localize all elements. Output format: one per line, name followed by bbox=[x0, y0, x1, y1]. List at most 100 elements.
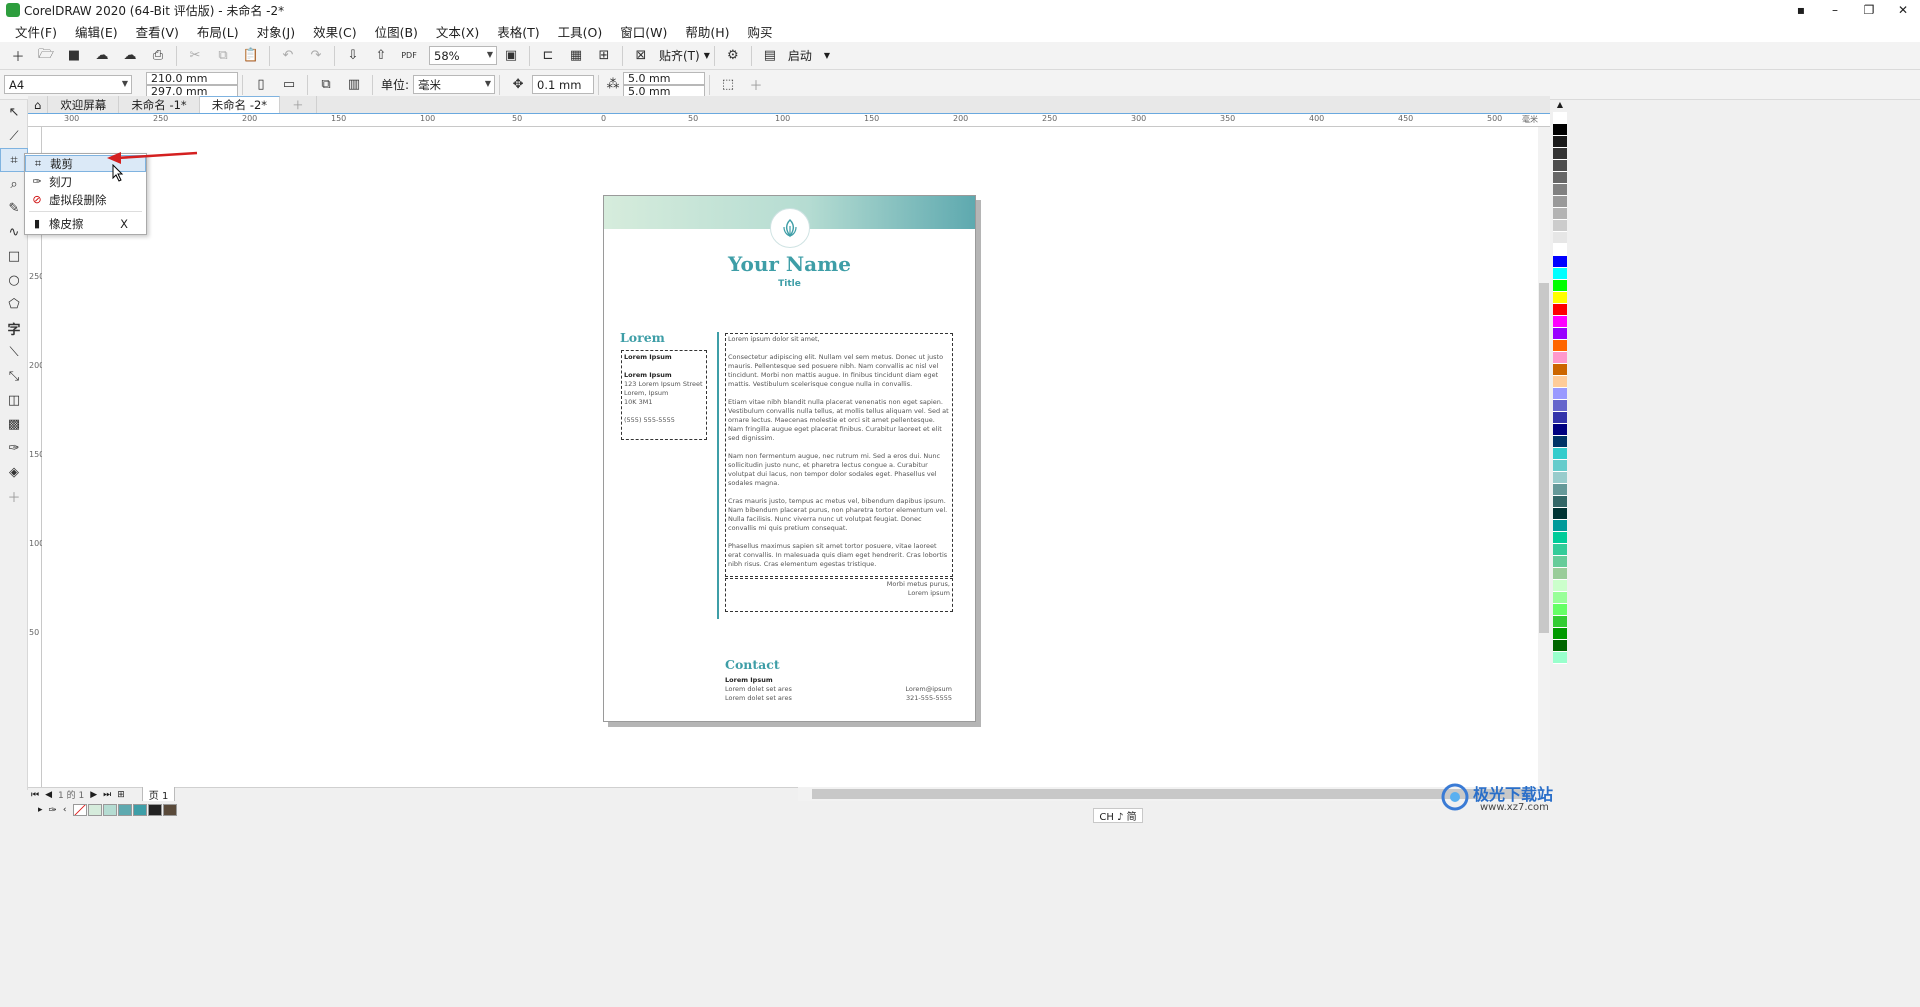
palette-swatch[interactable] bbox=[1553, 400, 1567, 412]
palette-swatch[interactable] bbox=[1553, 244, 1567, 256]
palette-swatch[interactable] bbox=[1553, 556, 1567, 568]
palette-swatch[interactable] bbox=[1553, 592, 1567, 604]
flyout-item-virtual-segment-delete[interactable]: ⊘ 虚拟段删除 bbox=[25, 191, 146, 208]
palette-swatch[interactable] bbox=[1553, 136, 1567, 148]
parallel-dimension-tool-icon[interactable]: ⟍ bbox=[0, 340, 28, 364]
customize-toolbox-icon[interactable]: ＋ bbox=[0, 484, 28, 508]
full-screen-preview-icon[interactable]: ▣ bbox=[500, 45, 522, 67]
no-fill-swatch[interactable] bbox=[72, 804, 87, 816]
paper-size-combo[interactable]: A4 ▼ bbox=[4, 75, 132, 94]
palette-swatch[interactable] bbox=[1553, 112, 1567, 124]
palette-swatch[interactable] bbox=[1553, 196, 1567, 208]
ime-indicator[interactable]: CH ♪ 简 bbox=[1093, 808, 1143, 823]
print-icon[interactable]: ⎙ bbox=[147, 45, 169, 67]
palette-swatch[interactable] bbox=[1553, 352, 1567, 364]
document-palette-swatch[interactable] bbox=[162, 804, 177, 816]
options-gear-icon[interactable]: ⚙ bbox=[722, 45, 744, 67]
document-palette-swatch[interactable] bbox=[132, 804, 147, 816]
landscape-icon[interactable]: ▭ bbox=[278, 74, 300, 96]
palette-swatch[interactable] bbox=[1553, 604, 1567, 616]
palette-swatch[interactable] bbox=[1553, 220, 1567, 232]
nudge-distance-input[interactable]: 0.1 mm bbox=[532, 75, 595, 94]
portrait-icon[interactable]: ▯ bbox=[250, 74, 272, 96]
cloud-upload-icon[interactable]: ☁ bbox=[119, 45, 141, 67]
interactive-fill-tool-icon[interactable]: ◈ bbox=[0, 460, 28, 484]
menu-edit[interactable]: 编辑(E) bbox=[66, 22, 127, 41]
palette-swatch[interactable] bbox=[1553, 280, 1567, 292]
snap-off-icon[interactable]: ⊠ bbox=[630, 45, 652, 67]
palette-swatch[interactable] bbox=[1553, 172, 1567, 184]
zoom-level-combo[interactable]: 58% ▼ bbox=[429, 46, 497, 65]
vertical-scroll-thumb[interactable] bbox=[1539, 283, 1549, 633]
palette-swatch[interactable] bbox=[1553, 184, 1567, 196]
menu-buy[interactable]: 购买 bbox=[739, 22, 782, 41]
duplicate-x-input[interactable]: 5.0 mm bbox=[623, 71, 706, 85]
new-tab-icon[interactable]: ＋ bbox=[280, 96, 317, 113]
undo-icon[interactable]: ↶ bbox=[277, 45, 299, 67]
cut-icon[interactable]: ✂ bbox=[184, 45, 206, 67]
add-page-icon[interactable]: ＋ bbox=[745, 74, 767, 96]
palette-swatch[interactable] bbox=[1553, 568, 1567, 580]
flyout-item-eraser[interactable]: ▮ 橡皮擦 X bbox=[25, 215, 146, 232]
flyout-item-knife[interactable]: ✑ 刻刀 bbox=[25, 173, 146, 190]
horizontal-scroll-thumb[interactable] bbox=[812, 789, 1532, 799]
palette-swatch[interactable] bbox=[1553, 160, 1567, 172]
menu-tools[interactable]: 工具(O) bbox=[549, 22, 612, 41]
save-icon[interactable]: ■ bbox=[63, 45, 85, 67]
menu-view[interactable]: 查看(V) bbox=[127, 22, 188, 41]
current-page-icon[interactable]: ▥ bbox=[343, 74, 365, 96]
palette-swatch[interactable] bbox=[1553, 544, 1567, 556]
redo-icon[interactable]: ↷ bbox=[305, 45, 327, 67]
color-eyedropper-tool-icon[interactable]: ✑ bbox=[0, 436, 28, 460]
transparency-tool-icon[interactable]: ▩ bbox=[0, 412, 28, 436]
document-palette-swatch[interactable] bbox=[147, 804, 162, 816]
shape-tool-icon[interactable]: ⟋ bbox=[0, 124, 28, 148]
palette-swatch[interactable] bbox=[1553, 340, 1567, 352]
palette-swatch[interactable] bbox=[1553, 532, 1567, 544]
paste-icon[interactable]: 📋 bbox=[240, 45, 262, 67]
menu-text[interactable]: 文本(X) bbox=[427, 22, 488, 41]
launch-menu[interactable]: 启动 bbox=[788, 47, 812, 64]
edit-bleed-icon[interactable]: ⬚ bbox=[717, 74, 739, 96]
tab-untitled-1[interactable]: 未命名 -1* bbox=[119, 96, 200, 113]
export-pdf-icon[interactable]: PDF bbox=[398, 45, 420, 67]
next-page-icon[interactable]: ▶ bbox=[90, 790, 97, 800]
document-palette-swatch[interactable] bbox=[87, 804, 102, 816]
home-icon[interactable]: ⌂ bbox=[28, 96, 49, 113]
palette-swatch[interactable] bbox=[1553, 268, 1567, 280]
restore-button[interactable]: ❐ bbox=[1852, 0, 1886, 20]
palette-swatch[interactable] bbox=[1553, 376, 1567, 388]
chevron-left-icon[interactable]: ‹ bbox=[63, 805, 67, 815]
menu-effects[interactable]: 效果(C) bbox=[304, 22, 365, 41]
horizontal-ruler[interactable]: 300 250 200 150 100 50 0 50 100 150 200 … bbox=[28, 113, 1550, 127]
expand-status-icon[interactable]: ▸ bbox=[38, 805, 43, 815]
all-pages-icon[interactable]: ⧉ bbox=[315, 74, 337, 96]
palette-swatch[interactable] bbox=[1553, 328, 1567, 340]
closing-text-frame[interactable]: Morbi metus purus, Lorem ipsum bbox=[725, 578, 953, 612]
palette-swatch[interactable] bbox=[1553, 364, 1567, 376]
launch-app-icon[interactable]: ▤ bbox=[759, 45, 781, 67]
close-button[interactable]: ✕ bbox=[1886, 0, 1920, 20]
palette-swatch[interactable] bbox=[1553, 652, 1567, 664]
palette-swatch[interactable] bbox=[1553, 484, 1567, 496]
units-combo[interactable]: 毫米 ▼ bbox=[413, 75, 496, 94]
palette-swatch[interactable] bbox=[1553, 124, 1567, 136]
previous-page-icon[interactable]: ◀ bbox=[45, 790, 52, 800]
eyedropper-icon[interactable]: ✑ bbox=[49, 805, 57, 816]
palette-swatch[interactable] bbox=[1553, 496, 1567, 508]
palette-swatch[interactable] bbox=[1553, 628, 1567, 640]
palette-swatch[interactable] bbox=[1553, 640, 1567, 652]
menu-object[interactable]: 对象(J) bbox=[248, 22, 304, 41]
palette-swatch[interactable] bbox=[1553, 472, 1567, 484]
copy-icon[interactable]: ⧉ bbox=[212, 45, 234, 67]
menu-layout[interactable]: 布局(L) bbox=[188, 22, 248, 41]
show-grid-icon[interactable]: ▦ bbox=[565, 45, 587, 67]
palette-swatch[interactable] bbox=[1553, 580, 1567, 592]
drop-shadow-tool-icon[interactable]: ◫ bbox=[0, 388, 28, 412]
palette-swatch[interactable] bbox=[1553, 304, 1567, 316]
pick-tool-icon[interactable]: ↖ bbox=[0, 100, 28, 124]
cloud-download-icon[interactable]: ☁ bbox=[91, 45, 113, 67]
tab-welcome-screen[interactable]: 欢迎屏幕 bbox=[48, 96, 120, 113]
body-text-frame[interactable]: Lorem ipsum dolor sit amet, Consectetur … bbox=[725, 333, 953, 577]
ellipse-tool-icon[interactable]: ○ bbox=[0, 268, 28, 292]
